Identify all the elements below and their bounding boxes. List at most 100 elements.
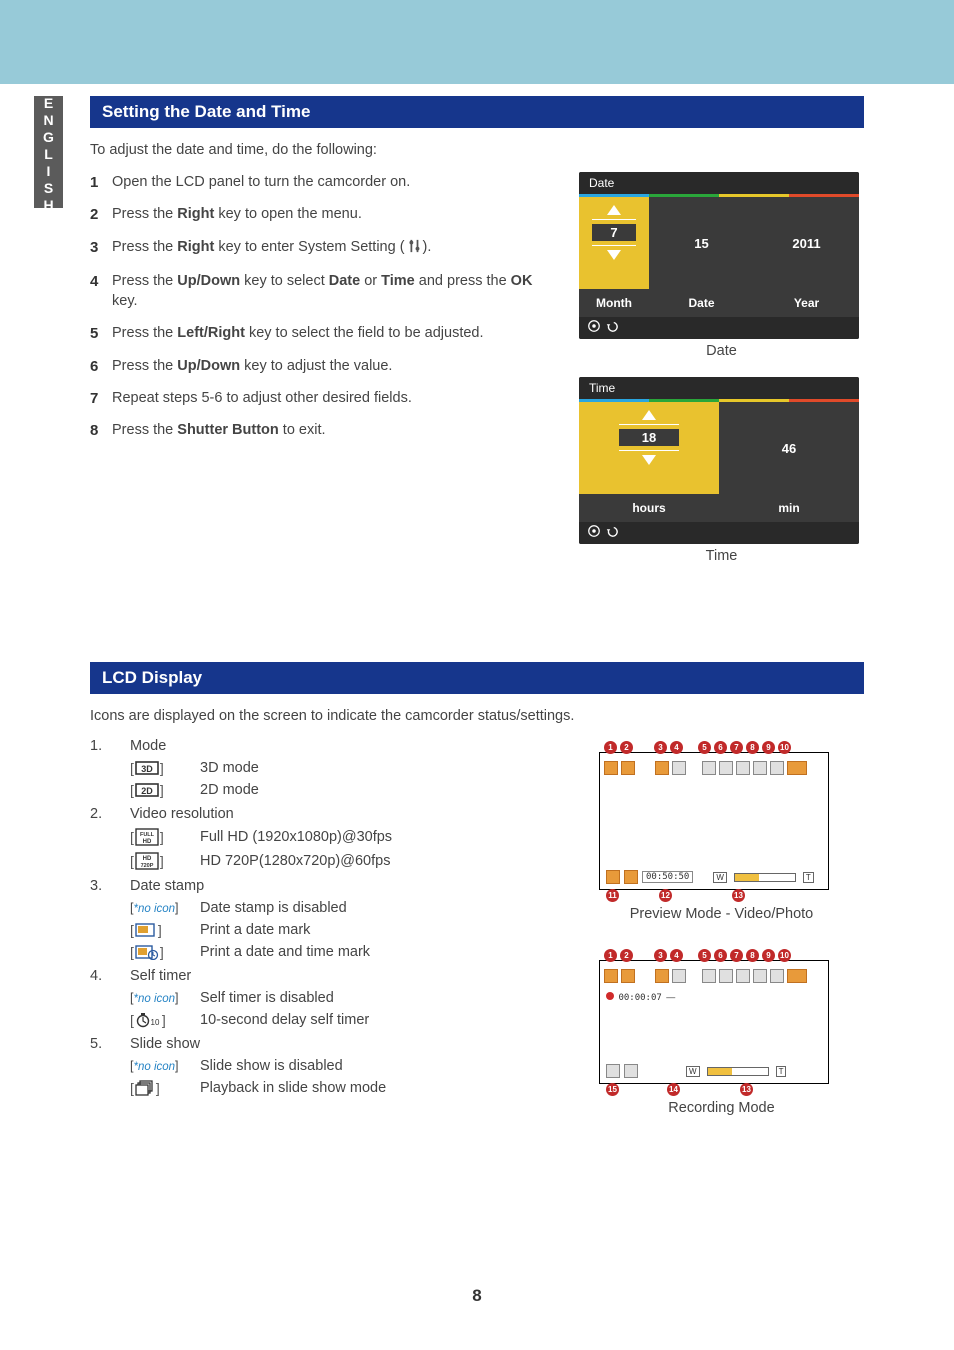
res-fullhd-icon: [FULLHD] (130, 828, 164, 846)
legend-row: []Print a date and time mark (130, 944, 553, 960)
callout-badge: 5 (698, 741, 711, 754)
self-timer-icon: [10] (130, 1012, 166, 1028)
callout-badge: 1 (604, 949, 617, 962)
callout-badge: 9 (762, 741, 775, 754)
page: ENGLISH Setting the Date and Time To adj… (0, 0, 954, 1350)
time-min-cell: 46 (719, 402, 859, 494)
callout-badge: 7 (730, 741, 743, 754)
callout-badge: 4 (670, 741, 683, 754)
callout-badge: 8 (746, 741, 759, 754)
time-hours-value: 18 (619, 429, 679, 446)
zoom-w-label: W (713, 872, 727, 883)
no-icon-label: *no icon (133, 993, 175, 1005)
svg-text:720P: 720P (140, 863, 153, 869)
status-icon (655, 761, 669, 775)
date-box-title: Date (579, 172, 859, 194)
preview-diagram: 12 34 5678910 (579, 738, 864, 890)
callout-badge: 1 (604, 741, 617, 754)
status-icon (736, 761, 750, 775)
up-arrow-icon (607, 205, 621, 215)
step-7: Repeat steps 5-6 to adjust other desired… (90, 388, 553, 408)
preview-time-label: 00:50:50 (642, 871, 693, 883)
time-min-label: min (719, 494, 859, 522)
svg-text:2D: 2D (141, 786, 153, 796)
legend-row: [3D]3D mode (130, 760, 553, 776)
time-setting-screenshot: Time 18 46 (579, 377, 859, 544)
time-box-title: Time (579, 377, 859, 399)
callout-badge: 12 (659, 889, 672, 902)
callout-badge: 9 (762, 949, 775, 962)
step-8: Press the Shutter Button to exit. (90, 420, 553, 440)
step-4: Press the Up/Down key to select Date or … (90, 271, 553, 312)
section-heading-lcd: LCD Display (90, 662, 864, 694)
zoom-bar (707, 1067, 769, 1076)
legend-row: [*no icon]Slide show is disabled (130, 1058, 553, 1074)
callout-badge: 6 (714, 741, 727, 754)
battery-icon (787, 969, 807, 983)
legend-row: [*no icon]Self timer is disabled (130, 990, 553, 1006)
callout-badge: 11 (606, 889, 619, 902)
status-icon (655, 969, 669, 983)
step-5: Press the Left/Right key to select the f… (90, 323, 553, 343)
callout-badge: 5 (698, 949, 711, 962)
status-icon (672, 969, 686, 983)
callout-badge: 10 (778, 949, 791, 962)
date-caption: Date (579, 343, 864, 359)
date-month-value: 7 (592, 224, 636, 241)
date-month-label: Month (579, 289, 649, 317)
status-icon (753, 969, 767, 983)
legend-item-5: 5.Slide show (90, 1036, 553, 1052)
time-hours-label: hours (579, 494, 719, 522)
up-arrow-icon (642, 410, 656, 420)
status-icon (753, 761, 767, 775)
steps-column: Open the LCD panel to turn the camcorder… (90, 172, 553, 582)
status-icon (604, 969, 618, 983)
callout-badge: 2 (620, 741, 633, 754)
ok-icon (587, 524, 601, 543)
ok-icon (587, 319, 601, 338)
status-icon (606, 870, 620, 884)
date-day-label: Date (649, 289, 754, 317)
status-icon (621, 761, 635, 775)
battery-icon (787, 761, 807, 775)
legend-row: [2D]2D mode (130, 782, 553, 798)
date-mark-icon: [] (130, 922, 162, 938)
status-icon (606, 1064, 620, 1078)
legend-row: [FULLHD]Full HD (1920x1080p)@30fps (130, 828, 553, 846)
date-month-cell-selected: 7 (579, 197, 649, 289)
legend-row: [HD720P]HD 720P(1280x720p)@60fps (130, 852, 553, 870)
callout-badge: 10 (778, 741, 791, 754)
zoom-w-label: W (686, 1066, 700, 1077)
step-3: Press the Right key to enter System Sett… (90, 237, 553, 259)
date-box-footer (579, 317, 859, 339)
date-year-label: Year (754, 289, 859, 317)
svg-text:FULL: FULL (140, 832, 155, 838)
status-icon (624, 870, 638, 884)
callout-badge: 6 (714, 949, 727, 962)
date-year-value: 2011 (792, 236, 820, 251)
step-1: Open the LCD panel to turn the camcorder… (90, 172, 553, 192)
slideshow-icon: [] (130, 1080, 160, 1096)
zoom-bar (734, 873, 796, 882)
mode-3d-icon: [3D] (130, 760, 164, 776)
record-dot-icon (606, 992, 614, 1000)
callout-badge: 15 (606, 1083, 619, 1096)
date-time-mark-icon: [] (130, 944, 164, 960)
callout-badge: 3 (654, 949, 667, 962)
legend-item-1: 1.Mode (90, 738, 553, 754)
time-caption: Time (579, 548, 864, 564)
step-2: Press the Right key to open the menu. (90, 204, 553, 224)
recording-caption: Recording Mode (579, 1100, 864, 1116)
svg-text:HD: HD (143, 839, 152, 845)
callout-badge: 3 (654, 741, 667, 754)
callout-badge: 2 (620, 949, 633, 962)
step-6: Press the Up/Down key to adjust the valu… (90, 356, 553, 376)
system-setting-icon (405, 239, 423, 259)
no-icon-label: *no icon (133, 1061, 175, 1073)
status-icon (719, 969, 733, 983)
callout-badge: 13 (732, 889, 745, 902)
svg-text:HD: HD (143, 856, 152, 862)
legend-item-4: 4.Self timer (90, 968, 553, 984)
status-icon (770, 969, 784, 983)
back-icon (605, 524, 619, 543)
